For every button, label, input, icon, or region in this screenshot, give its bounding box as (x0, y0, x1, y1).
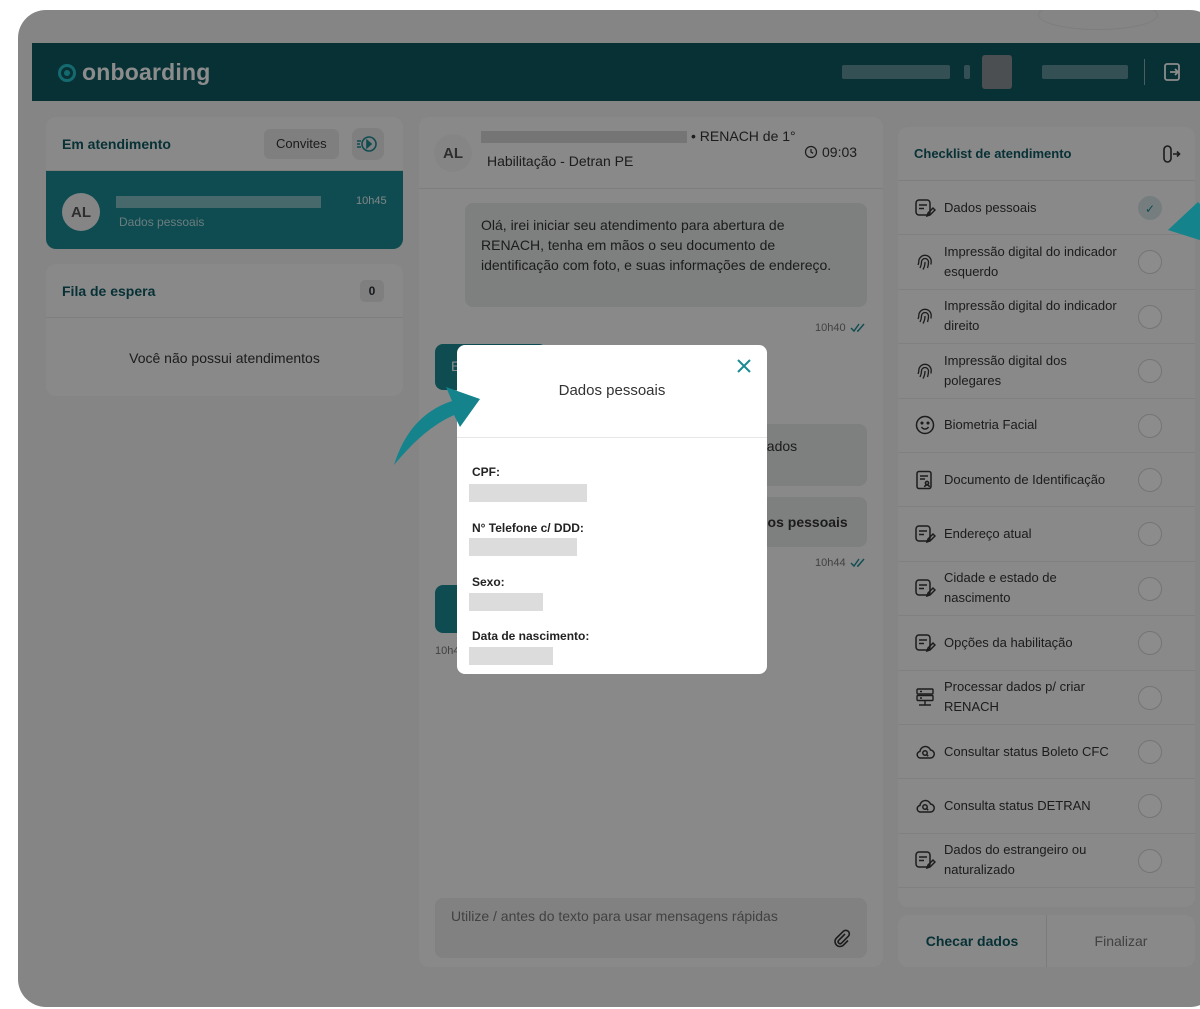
cpf-label: CPF: (472, 465, 500, 479)
divider (457, 437, 767, 438)
phone-value-redacted (469, 538, 577, 556)
personal-data-modal: Dados pessoais CPF: N° Telefone c/ DDD: … (457, 345, 767, 674)
phone-label: N° Telefone c/ DDD: (472, 521, 584, 535)
close-icon[interactable] (735, 357, 753, 375)
pointer-arrow-icon (1168, 202, 1200, 241)
cpf-value-redacted (469, 484, 587, 502)
sex-label: Sexo: (472, 575, 505, 589)
birth-date-value-redacted (469, 647, 553, 665)
birth-date-label: Data de nascimento: (472, 629, 590, 643)
modal-title: Dados pessoais (558, 382, 666, 399)
pointer-arrow-icon (394, 387, 480, 465)
app-frame: onboarding Em atendimento Convites AL 10… (18, 10, 1200, 1007)
sex-value-redacted (469, 593, 543, 611)
